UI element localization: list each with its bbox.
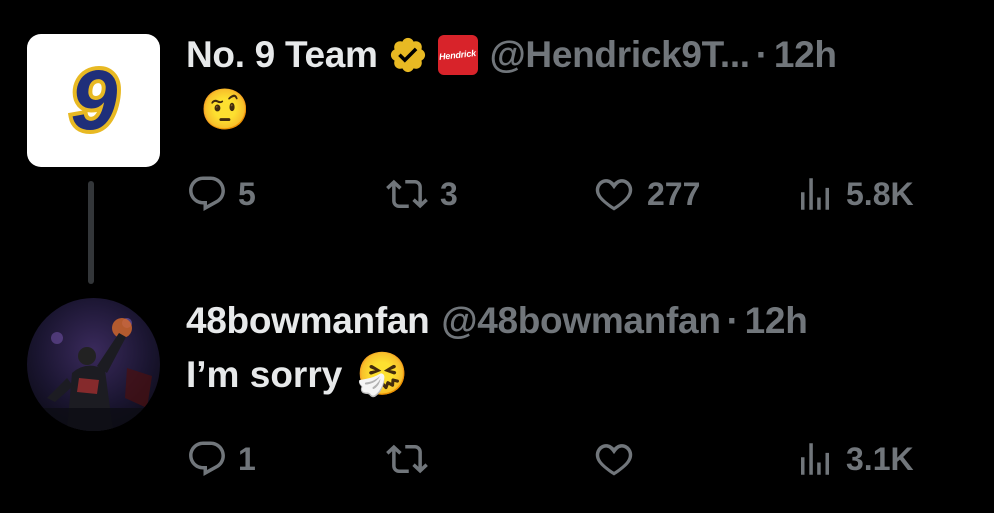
views-icon [801, 178, 829, 210]
svg-text:9: 9 [70, 61, 117, 141]
views-button[interactable]: 5.8K [794, 170, 914, 218]
like-button[interactable]: 277 [591, 170, 700, 218]
tweet-text: 🤨 [186, 86, 250, 133]
tweet-timestamp[interactable]: 12h [774, 34, 837, 76]
like-icon [595, 179, 633, 211]
reply-icon [189, 176, 225, 211]
reply-button[interactable]: 1 [186, 435, 256, 483]
tweet-text-content: I’m sorry [186, 353, 343, 395]
no9-logo-icon: 9 9 [66, 61, 121, 141]
reply-button[interactable]: 5 [186, 170, 256, 218]
retweet-icon [386, 179, 428, 209]
thread-connector-line [88, 181, 94, 284]
affiliate-badge-hendrick[interactable]: Hendrick [437, 35, 478, 75]
tweet-header: No. 9 Team Hendrick @Hendrick9T... · 12h [186, 30, 837, 80]
reply-icon [189, 441, 225, 476]
view-count: 3.1K [846, 440, 914, 477]
like-icon [595, 444, 633, 476]
tweet-text: I’m sorry 🤧 [186, 350, 409, 399]
views-icon [801, 443, 829, 475]
tweet-1[interactable]: 9 9 No. 9 Team Hendrick @Hendrick9T... ·… [0, 0, 994, 290]
author-handle[interactable]: @48bowmanfan [441, 300, 721, 342]
separator-dot: · [755, 34, 768, 75]
retweet-count: 3 [440, 175, 458, 212]
raised-eyebrow-emoji: 🤨 [200, 88, 250, 132]
tweet-timestamp[interactable]: 12h [745, 300, 808, 342]
author-name[interactable]: 48bowmanfan [186, 300, 430, 342]
view-count: 5.8K [846, 175, 914, 212]
author-handle[interactable]: @Hendrick9T... [490, 34, 750, 76]
verified-badge-icon[interactable] [388, 35, 428, 75]
tweet-actions: 5 3 277 5.8K [186, 170, 966, 218]
avatar-no9-team[interactable]: 9 9 [27, 34, 160, 167]
views-button[interactable]: 3.1K [794, 435, 914, 483]
tweet-header: 48bowmanfan @48bowmanfan · 12h [186, 296, 808, 346]
retweet-button[interactable]: 3 [384, 170, 458, 218]
reply-count: 1 [238, 440, 256, 477]
avatar-48bowmanfan[interactable] [27, 298, 160, 431]
retweet-button[interactable] [384, 435, 440, 483]
tweet-2[interactable]: 48bowmanfan @48bowmanfan · 12h I’m sorry… [0, 290, 994, 513]
separator-dot: · [726, 300, 739, 341]
retweet-icon [386, 444, 428, 474]
tweet-actions: 1 3.1K [186, 435, 966, 483]
like-count: 277 [647, 175, 701, 212]
avatar-photo [27, 298, 160, 431]
sneezing-face-emoji: 🤧 [356, 350, 409, 397]
reply-count: 5 [238, 175, 256, 212]
like-button[interactable] [591, 435, 647, 483]
author-name[interactable]: No. 9 Team [186, 34, 378, 76]
